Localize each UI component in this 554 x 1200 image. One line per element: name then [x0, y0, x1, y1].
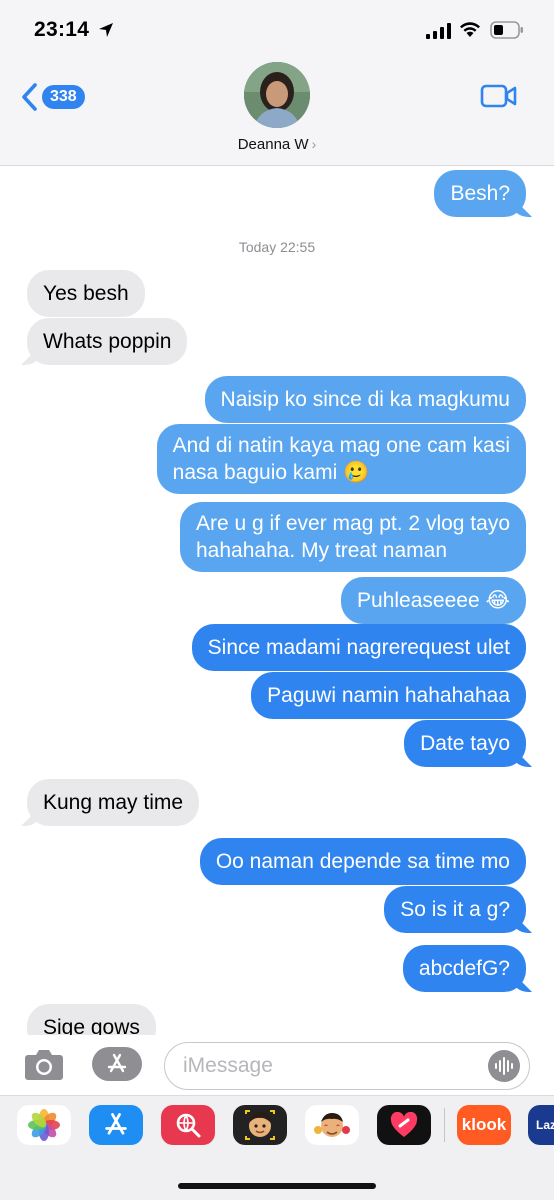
lazada-logo: Laz: [535, 1118, 554, 1132]
audio-waveform-icon: [495, 1057, 513, 1075]
memoji-app-icon[interactable]: [233, 1105, 287, 1145]
back-chevron-icon: [22, 83, 37, 111]
app-store-button[interactable]: [92, 1047, 142, 1081]
wifi-icon: [460, 22, 480, 37]
message-text-line: nasa baguio kami 🥲: [172, 461, 370, 484]
message-bubble-sent[interactable]: Besh?: [434, 170, 526, 217]
contact-name-text: Deanna W: [237, 136, 309, 153]
imessage-field[interactable]: [164, 1042, 530, 1090]
contact-name[interactable]: Deanna W ›: [0, 136, 554, 153]
unread-count-badge: 338: [42, 85, 85, 109]
camera-icon[interactable]: [24, 1047, 64, 1081]
message-text: Puhleaseeee 😂: [357, 589, 510, 612]
app-store-icon: [107, 1053, 127, 1073]
memoji-sticker-face-icon: [314, 1113, 350, 1137]
imessage-app-drawer: klook Laz: [0, 1095, 554, 1200]
message-bubble-sent[interactable]: Since madami nagrerequest ulet: [191, 624, 526, 671]
message-text: Yes besh: [43, 282, 129, 305]
message-text: Besh?: [450, 182, 510, 205]
message-bubble-sent[interactable]: And di natin kaya mag one cam kasi nasa …: [156, 424, 526, 494]
message-timestamp: Today 22:55: [238, 239, 316, 255]
message-bubble-received[interactable]: Kung may time: [27, 779, 200, 826]
message-text: abcdefG?: [418, 957, 510, 980]
message-text-line: hahahaha. My treat naman: [196, 539, 447, 562]
message-list[interactable]: Besh? Today 22:55 Yes besh Whats poppin …: [0, 167, 554, 1035]
compose-bar: [0, 1035, 554, 1095]
drawer-divider: [444, 1108, 445, 1142]
home-indicator[interactable]: [178, 1183, 376, 1189]
app-store-app-icon[interactable]: [89, 1105, 143, 1145]
message-text: Since madami nagrerequest ulet: [207, 636, 510, 659]
photos-app-icon[interactable]: [17, 1105, 71, 1145]
message-bubble-sent[interactable]: Date tayo: [404, 720, 526, 767]
app-store-glyph-icon: [105, 1113, 127, 1135]
message-text: Kung may time: [43, 791, 184, 814]
message-text: Paguwi namin hahahahaa: [267, 684, 510, 707]
message-text: Naisip ko since di ka magkumu: [220, 388, 510, 411]
conversation-header: 23:14 338 Deanna W ›: [0, 0, 554, 166]
heart-icon: [390, 1111, 418, 1137]
battery-icon: [490, 21, 523, 39]
message-text-line: Are u g if ever mag pt. 2 vlog tayo: [196, 512, 510, 535]
message-text: Date tayo: [420, 732, 510, 755]
message-bubble-sent[interactable]: Naisip ko since di ka magkumu: [204, 376, 526, 423]
back-button[interactable]: 338: [20, 80, 85, 114]
klook-logo: klook: [461, 1115, 507, 1134]
message-bubble-received[interactable]: Whats poppin: [27, 318, 188, 365]
globe-search-icon: [176, 1113, 201, 1138]
message-bubble-sent[interactable]: Paguwi namin hahahahaa: [251, 672, 526, 719]
message-text: Whats poppin: [43, 330, 172, 353]
message-bubble-received[interactable]: Yes besh: [27, 270, 145, 317]
message-bubble-sent[interactable]: So is it a g?: [384, 886, 526, 933]
lazada-app-icon[interactable]: Laz: [528, 1105, 554, 1145]
message-input[interactable]: [183, 1053, 473, 1079]
message-text: So is it a g?: [400, 898, 510, 921]
avatar-photo: [244, 62, 310, 128]
contact-details-chevron-icon: ›: [311, 136, 317, 152]
heart-digital-touch-app-icon[interactable]: [377, 1105, 431, 1145]
video-camera-icon[interactable]: [480, 83, 518, 109]
message-text-line: And di natin kaya mag one cam kasi: [172, 434, 510, 457]
message-text: Oo naman depende sa time mo: [215, 850, 510, 873]
status-time: 23:14: [34, 18, 90, 41]
audio-message-button[interactable]: [488, 1050, 520, 1082]
message-text: Sige gows: [43, 1016, 140, 1035]
location-arrow-icon: [99, 23, 113, 37]
message-bubble-sent[interactable]: Are u g if ever mag pt. 2 vlog tayo haha…: [180, 502, 526, 572]
photos-flower-icon: [28, 1109, 60, 1141]
search-globe-app-icon[interactable]: [161, 1105, 215, 1145]
klook-app-icon[interactable]: klook: [457, 1105, 511, 1145]
message-bubble-received[interactable]: Sige gows: [27, 1004, 156, 1035]
memoji-stickers-app-icon[interactable]: [305, 1105, 359, 1145]
message-bubble-sent[interactable]: Puhleaseeee 😂: [341, 577, 526, 624]
memoji-face-icon: [245, 1110, 275, 1140]
cellular-signal-icon: [426, 23, 451, 39]
message-bubble-sent[interactable]: abcdefG?: [402, 945, 526, 992]
contact-avatar[interactable]: [244, 62, 310, 128]
message-bubble-sent[interactable]: Oo naman depende sa time mo: [199, 838, 526, 885]
